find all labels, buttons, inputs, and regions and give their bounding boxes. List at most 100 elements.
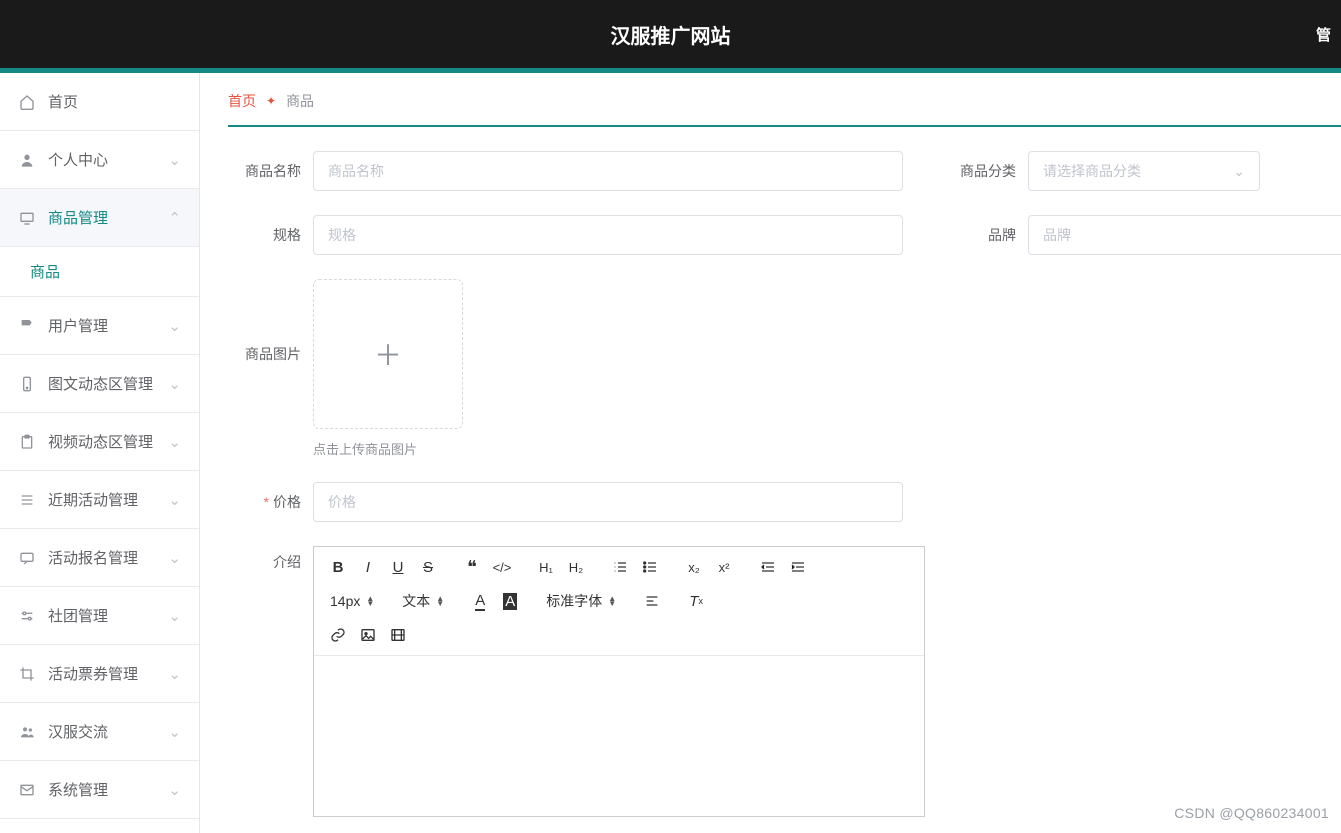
editor-content-area[interactable] bbox=[314, 656, 924, 816]
input-product-name[interactable] bbox=[313, 151, 903, 191]
upload-image-box[interactable]: ＋ bbox=[313, 279, 463, 429]
crop-icon bbox=[18, 665, 36, 683]
sidebar-item-recent-activity[interactable]: 近期活动管理 ⌄ bbox=[0, 471, 199, 529]
watermark: CSDN @QQ860234001 bbox=[1174, 805, 1329, 821]
outdent-button[interactable] bbox=[754, 553, 782, 581]
label-brand: 品牌 bbox=[943, 225, 1028, 245]
chevron-down-icon: ⌄ bbox=[168, 723, 181, 741]
bg-color-button[interactable]: A bbox=[496, 587, 524, 615]
video-button[interactable] bbox=[384, 621, 412, 649]
sidebar-item-label: 图文动态区管理 bbox=[48, 373, 153, 394]
select-category[interactable]: 请选择商品分类 ⌄ bbox=[1028, 151, 1260, 191]
chevron-down-icon: ⌄ bbox=[168, 375, 181, 393]
lines-icon bbox=[18, 491, 36, 509]
sidebar-item-label: 系统管理 bbox=[48, 779, 108, 800]
chevron-down-icon: ⌄ bbox=[168, 781, 181, 799]
sidebar: 首页 个人中心 ⌄ 商品管理 ⌃ 商品 用户管理 ⌄ bbox=[0, 73, 200, 833]
plus-icon: ＋ bbox=[374, 334, 402, 374]
editor-toolbar: B I U S ❝ </> H₁ H₂ bbox=[314, 547, 924, 656]
fontsize-select[interactable]: 14px ▲▼ bbox=[324, 588, 380, 614]
sliders-icon bbox=[18, 607, 36, 625]
sidebar-item-profile[interactable]: 个人中心 ⌄ bbox=[0, 131, 199, 189]
align-button[interactable] bbox=[638, 587, 666, 615]
sidebar-item-club[interactable]: 社团管理 ⌄ bbox=[0, 587, 199, 645]
sidebar-item-label: 活动报名管理 bbox=[48, 547, 138, 568]
input-spec[interactable] bbox=[313, 215, 903, 255]
sidebar-item-label: 首页 bbox=[48, 91, 78, 112]
input-price[interactable] bbox=[313, 482, 903, 522]
chevron-down-icon: ⌄ bbox=[1233, 163, 1245, 180]
h2-button[interactable]: H₂ bbox=[562, 553, 590, 581]
chevron-down-icon: ⌄ bbox=[168, 317, 181, 335]
strike-button[interactable]: S bbox=[414, 553, 442, 581]
sidebar-item-label: 个人中心 bbox=[48, 149, 108, 170]
code-button[interactable]: </> bbox=[488, 553, 516, 581]
chevron-down-icon: ⌄ bbox=[168, 151, 181, 169]
chat-icon bbox=[18, 549, 36, 567]
subscript-button[interactable]: x₂ bbox=[680, 553, 708, 581]
sidebar-item-activity-signup[interactable]: 活动报名管理 ⌄ bbox=[0, 529, 199, 587]
sidebar-subitem-label: 商品 bbox=[30, 261, 60, 282]
sidebar-item-users[interactable]: 用户管理 ⌄ bbox=[0, 297, 199, 355]
bold-button[interactable]: B bbox=[324, 553, 352, 581]
sidebar-item-label: 视频动态区管理 bbox=[48, 431, 153, 452]
ordered-list-button[interactable] bbox=[606, 553, 634, 581]
home-star-icon: ✦ bbox=[266, 94, 276, 108]
sidebar-item-label: 商品管理 bbox=[48, 207, 108, 228]
main-content: 首页 ✦ 商品 商品名称 商品分类 请选择商品分类 ⌄ bbox=[200, 73, 1341, 833]
chevron-up-icon: ⌃ bbox=[168, 209, 181, 227]
label-spec: 规格 bbox=[228, 225, 313, 245]
label-product-name: 商品名称 bbox=[228, 161, 313, 181]
chevron-down-icon: ⌄ bbox=[168, 665, 181, 683]
sidebar-item-image-feed[interactable]: 图文动态区管理 ⌄ bbox=[0, 355, 199, 413]
unordered-list-button[interactable] bbox=[636, 553, 664, 581]
sidebar-item-label: 近期活动管理 bbox=[48, 489, 138, 510]
superscript-button[interactable]: x² bbox=[710, 553, 738, 581]
breadcrumb: 首页 ✦ 商品 bbox=[228, 73, 1341, 127]
label-intro: 介绍 bbox=[228, 546, 313, 572]
sidebar-item-label: 汉服交流 bbox=[48, 721, 108, 742]
h1-button[interactable]: H₁ bbox=[532, 553, 560, 581]
quote-button[interactable]: ❝ bbox=[458, 553, 486, 581]
sidebar-item-hanfu-chat[interactable]: 汉服交流 ⌄ bbox=[0, 703, 199, 761]
app-title: 汉服推广网站 bbox=[611, 20, 731, 49]
person-icon bbox=[18, 151, 36, 169]
product-form: 商品名称 商品分类 请选择商品分类 ⌄ 规格 品牌 bbox=[228, 127, 1341, 817]
flag-icon bbox=[18, 317, 36, 335]
format-select[interactable]: 文本 ▲▼ bbox=[396, 588, 450, 614]
breadcrumb-current: 商品 bbox=[286, 91, 314, 111]
header-right-text: 管 bbox=[1316, 24, 1331, 45]
fontfamily-select[interactable]: 标准字体 ▲▼ bbox=[540, 588, 622, 614]
clipboard-icon bbox=[18, 433, 36, 451]
input-brand[interactable] bbox=[1028, 215, 1341, 255]
chevron-down-icon: ⌄ bbox=[168, 607, 181, 625]
sidebar-item-video-feed[interactable]: 视频动态区管理 ⌄ bbox=[0, 413, 199, 471]
indent-button[interactable] bbox=[784, 553, 812, 581]
sidebar-item-ticket[interactable]: 活动票券管理 ⌄ bbox=[0, 645, 199, 703]
sidebar-item-system[interactable]: 系统管理 ⌄ bbox=[0, 761, 199, 819]
breadcrumb-home[interactable]: 首页 bbox=[228, 91, 256, 111]
sidebar-item-label: 用户管理 bbox=[48, 315, 108, 336]
select-placeholder: 请选择商品分类 bbox=[1043, 161, 1141, 181]
mail-icon bbox=[18, 781, 36, 799]
phone-icon bbox=[18, 375, 36, 393]
label-price: *价格 bbox=[228, 492, 313, 512]
app-header: 汉服推广网站 管 bbox=[0, 0, 1341, 68]
people-icon bbox=[18, 723, 36, 741]
sidebar-subitem-product[interactable]: 商品 bbox=[0, 247, 199, 297]
rich-text-editor: B I U S ❝ </> H₁ H₂ bbox=[313, 546, 925, 817]
chevron-down-icon: ⌄ bbox=[168, 491, 181, 509]
label-image: 商品图片 bbox=[228, 279, 313, 364]
sidebar-item-products[interactable]: 商品管理 ⌃ bbox=[0, 189, 199, 247]
chevron-down-icon: ⌄ bbox=[168, 549, 181, 567]
sidebar-item-home[interactable]: 首页 bbox=[0, 73, 199, 131]
label-category: 商品分类 bbox=[943, 161, 1028, 181]
image-button[interactable] bbox=[354, 621, 382, 649]
home-icon bbox=[18, 93, 36, 111]
link-button[interactable] bbox=[324, 621, 352, 649]
text-color-button[interactable]: A bbox=[466, 587, 494, 615]
clear-format-button[interactable]: Tx bbox=[682, 587, 710, 615]
italic-button[interactable]: I bbox=[354, 553, 382, 581]
upload-hint: 点击上传商品图片 bbox=[313, 439, 463, 458]
underline-button[interactable]: U bbox=[384, 553, 412, 581]
